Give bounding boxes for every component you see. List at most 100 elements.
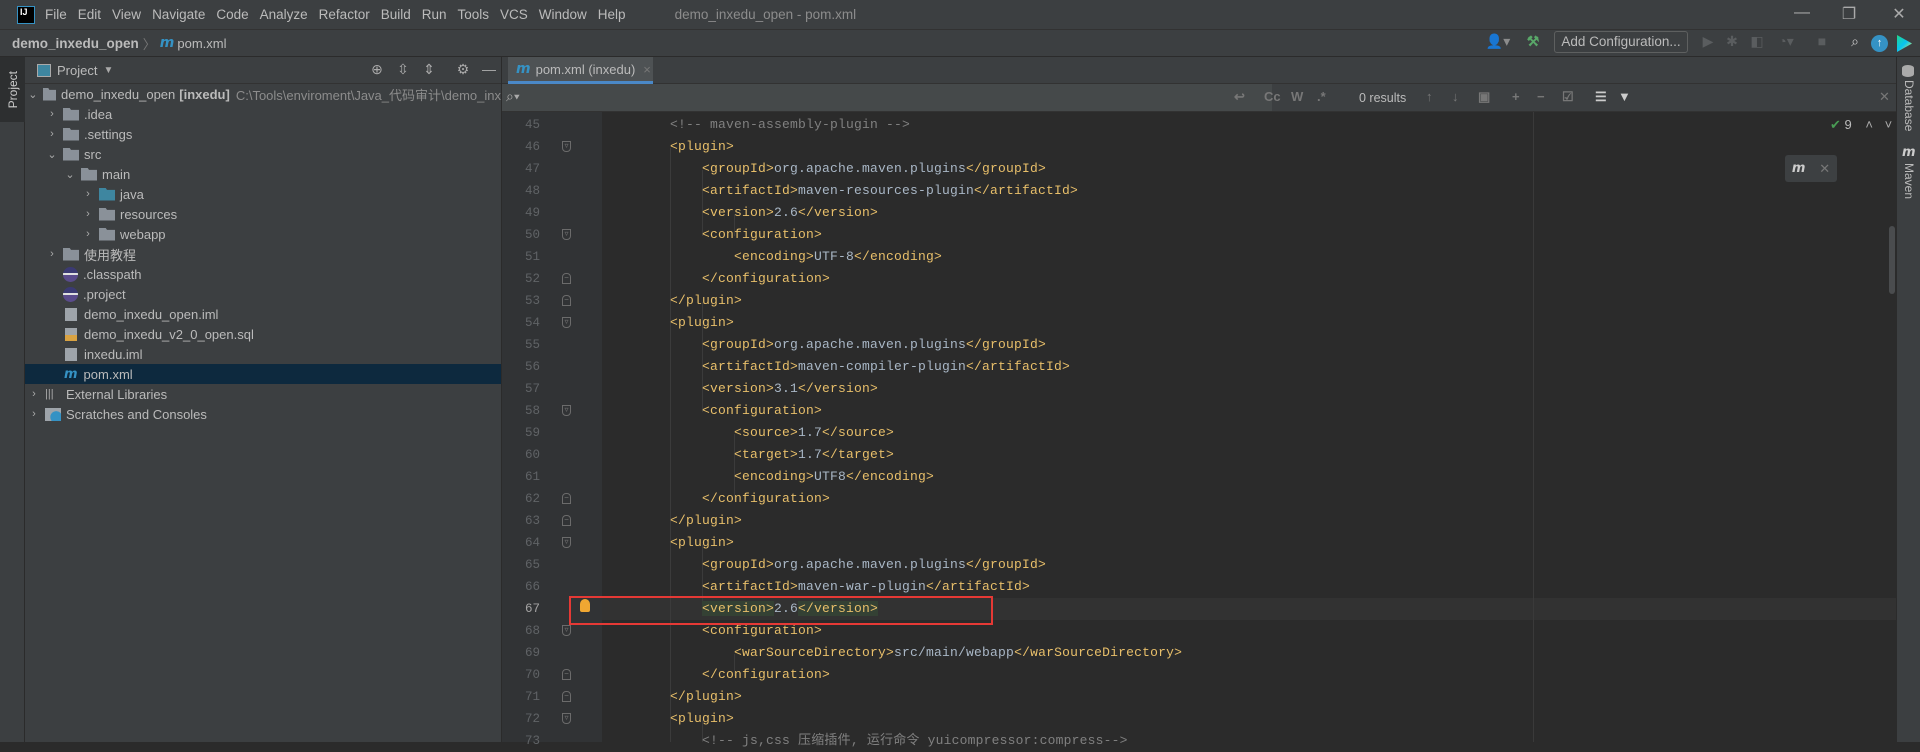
code-line[interactable]: <groupId>org.apache.maven.plugins</group… <box>702 554 1046 576</box>
fold-end-icon[interactable]: − <box>562 669 571 680</box>
tree-item[interactable]: .project <box>25 284 501 304</box>
code-line[interactable]: <!-- maven-assembly-plugin --> <box>670 114 910 136</box>
close-tab-icon[interactable]: × <box>643 62 651 77</box>
tree-item[interactable]: › java <box>25 184 501 204</box>
profile-icon[interactable]: ◔▾ <box>1773 33 1799 53</box>
update-icon[interactable]: ↑ <box>1871 35 1888 52</box>
minimize-button[interactable]: — <box>1789 4 1815 26</box>
previous-occurrence-icon[interactable]: ↑ <box>1426 89 1433 104</box>
chevron-down-icon[interactable]: ⌄ <box>27 88 39 101</box>
code-line[interactable]: </configuration> <box>702 268 830 290</box>
filter-icon[interactable]: ▼ <box>1618 89 1631 104</box>
chevron-down-icon[interactable]: ▼ <box>103 65 113 76</box>
add-configuration-button[interactable]: Add Configuration... <box>1554 31 1688 53</box>
chevron-right-icon[interactable]: › <box>81 188 95 200</box>
code-line[interactable]: <artifactId>maven-compiler-plugin</artif… <box>702 356 1070 378</box>
database-tool-tab[interactable]: Database <box>1902 80 1916 131</box>
menu-run[interactable]: Run <box>422 7 447 22</box>
chevron-right-icon[interactable]: › <box>45 108 59 120</box>
restore-button[interactable]: ❐ <box>1836 4 1862 26</box>
tree-item[interactable]: ⌄ src <box>25 144 501 164</box>
search-icon[interactable]: ⌕▾ <box>506 88 520 105</box>
chevron-right-icon[interactable]: › <box>45 248 59 260</box>
fold-collapse-icon[interactable]: ▿ <box>562 625 571 636</box>
run-icon[interactable]: ▶ <box>1700 33 1716 53</box>
fold-collapse-icon[interactable]: ▿ <box>562 229 571 240</box>
menu-help[interactable]: Help <box>598 7 626 22</box>
tree-item[interactable]: › .idea <box>25 104 501 124</box>
menu-build[interactable]: Build <box>381 7 411 22</box>
code-line[interactable]: <artifactId>maven-war-plugin</artifactId… <box>702 576 1030 598</box>
project-view-selector[interactable]: Project <box>57 63 97 78</box>
tree-item[interactable]: › .settings <box>25 124 501 144</box>
tab-pom-xml[interactable]: m pom.xml (inxedu) × <box>508 57 653 84</box>
tree-item[interactable]: demo_inxedu_open.iml <box>25 304 501 324</box>
previous-problem-icon[interactable]: ˄ <box>1865 117 1873 132</box>
code-line[interactable]: <target>1.7</target> <box>734 444 894 466</box>
tree-item[interactable]: › resources <box>25 204 501 224</box>
chevron-down-icon[interactable]: ⌄ <box>45 148 59 161</box>
menu-vcs[interactable]: VCS <box>500 7 528 22</box>
code-line[interactable]: <plugin> <box>670 136 734 158</box>
code-line[interactable]: <source>1.7</source> <box>734 422 894 444</box>
regex-toggle[interactable]: .* <box>1317 89 1326 104</box>
next-problem-icon[interactable]: ˅ <box>1885 117 1893 132</box>
code-line[interactable]: <plugin> <box>670 312 734 334</box>
code-line[interactable]: <plugin> <box>670 532 734 554</box>
find-input[interactable]: ⌕▾ <box>502 84 1272 111</box>
code-line[interactable]: <encoding>UTF-8</encoding> <box>734 246 942 268</box>
select-all-icon[interactable]: ☑ <box>1562 89 1574 105</box>
breadcrumb-project[interactable]: demo_inxedu_open <box>12 36 139 51</box>
code-line[interactable]: <artifactId>maven-resources-plugin</arti… <box>702 180 1078 202</box>
locate-icon[interactable]: ⊕ <box>367 61 387 81</box>
chevron-right-icon[interactable]: › <box>81 228 95 240</box>
close-popup-icon[interactable]: ✕ <box>1819 161 1830 177</box>
tree-item[interactable]: › webapp <box>25 224 501 244</box>
code-line[interactable]: <!-- js,css 压缩插件, 运行命令 yuicompressor:com… <box>702 730 1128 752</box>
code-line[interactable]: </configuration> <box>702 488 830 510</box>
menu-refactor[interactable]: Refactor <box>319 7 370 22</box>
close-find-icon[interactable]: ✕ <box>1879 89 1890 105</box>
fold-end-icon[interactable]: − <box>562 273 571 284</box>
code-line[interactable]: <groupId>org.apache.maven.plugins</group… <box>702 334 1046 356</box>
menu-tools[interactable]: Tools <box>458 7 490 22</box>
fold-end-icon[interactable]: − <box>562 295 571 306</box>
fold-end-icon[interactable]: − <box>562 691 571 702</box>
filter-search-icon[interactable]: ☰ <box>1595 89 1607 105</box>
code-line[interactable]: </configuration> <box>702 664 830 686</box>
menu-analyze[interactable]: Analyze <box>260 7 308 22</box>
match-case-toggle[interactable]: Cc <box>1264 89 1281 104</box>
maven-reload-icon[interactable]: m <box>1792 161 1806 176</box>
menu-navigate[interactable]: Navigate <box>152 7 205 22</box>
tree-item[interactable]: m pom.xml <box>25 364 501 384</box>
chevron-right-icon[interactable]: › <box>27 408 41 420</box>
menu-window[interactable]: Window <box>539 7 587 22</box>
stop-icon[interactable]: ■ <box>1814 33 1830 53</box>
hide-panel-icon[interactable]: — <box>479 61 499 81</box>
tree-item[interactable]: ⌄ main <box>25 164 501 184</box>
menu-edit[interactable]: Edit <box>78 7 101 22</box>
code-line[interactable]: </plugin> <box>670 686 742 708</box>
coverage-icon[interactable]: ◧ <box>1749 33 1765 53</box>
remove-occurrence-icon[interactable]: − <box>1537 89 1545 104</box>
build-hammer-icon[interactable]: ⚒ <box>1524 33 1542 53</box>
fold-collapse-icon[interactable]: ▿ <box>562 317 571 328</box>
tree-item[interactable]: › ||| External Libraries <box>25 384 501 404</box>
chevron-down-icon[interactable]: ⌄ <box>63 168 77 181</box>
lightbulb-icon[interactable] <box>580 599 590 612</box>
inspection-widget[interactable]: ✔ 9 ˄ ˅ <box>1830 117 1892 133</box>
breadcrumb-file[interactable]: pom.xml <box>177 36 226 51</box>
fold-end-icon[interactable]: − <box>562 493 571 504</box>
code-line[interactable]: <warSourceDirectory>src/main/webapp</war… <box>734 642 1182 664</box>
code-line[interactable]: <encoding>UTF8</encoding> <box>734 466 934 488</box>
code-line[interactable]: <version>2.6</version> <box>702 202 878 224</box>
collapse-all-icon[interactable]: ⇕ <box>419 61 439 81</box>
tree-item[interactable]: demo_inxedu_v2_0_open.sql <box>25 324 501 344</box>
search-everywhere-icon[interactable]: ⌕ <box>1846 33 1864 53</box>
debug-icon[interactable]: ✱ <box>1724 33 1740 53</box>
tree-item[interactable]: › Scratches and Consoles <box>25 404 501 424</box>
add-occurrence-icon[interactable]: + <box>1512 89 1520 104</box>
code-line[interactable]: <configuration> <box>702 400 822 422</box>
new-line-icon[interactable]: ↩ <box>1234 89 1245 105</box>
fold-collapse-icon[interactable]: ▿ <box>562 141 571 152</box>
